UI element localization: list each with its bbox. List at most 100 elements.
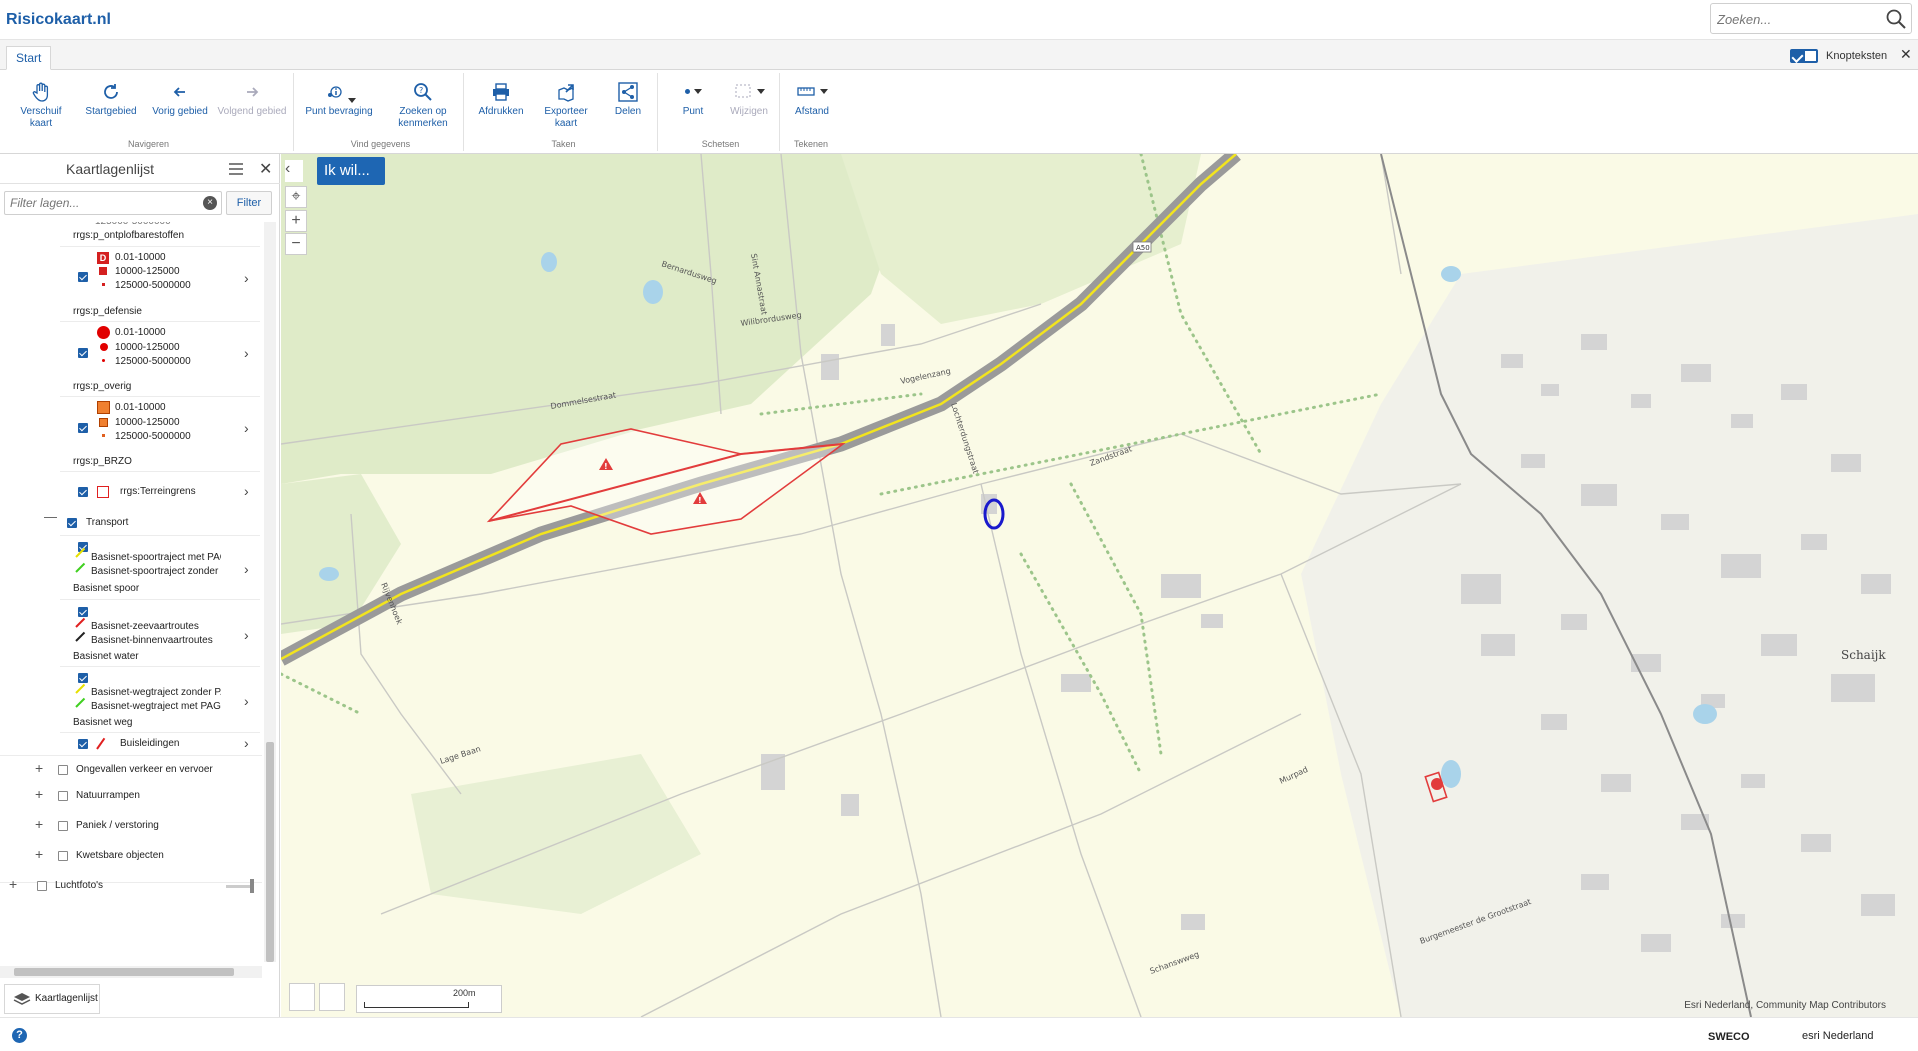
- layer-name: rrgs:p_overig: [73, 381, 132, 392]
- zoeken-op-kenmerken-button[interactable]: ? Zoeken op kenmerken: [390, 81, 456, 130]
- layer-checkbox[interactable]: [78, 739, 88, 749]
- vertical-scrollbar[interactable]: [264, 222, 276, 962]
- checkbox-checked-icon[interactable]: [1790, 49, 1818, 63]
- legend-line-icon: [96, 737, 106, 750]
- scale-bar: 200m: [356, 985, 502, 1013]
- punt-bevraging-button[interactable]: Punt bevraging: [304, 81, 374, 118]
- chevron-down-icon[interactable]: [693, 88, 702, 94]
- layer-checkbox[interactable]: [78, 673, 88, 683]
- layer-checkbox[interactable]: [67, 518, 77, 528]
- layer-checkbox[interactable]: [78, 487, 88, 497]
- map-canvas[interactable]: ! ! A50 Schaijk Lage Baan Zandstraat Ber…: [281, 154, 1918, 1017]
- forward-arrow-icon: [247, 87, 259, 97]
- overview-map-icon[interactable]: [289, 983, 315, 1011]
- legend-class: 10000-125000: [115, 266, 180, 277]
- collapse-minus-icon[interactable]: —: [44, 509, 57, 524]
- exporteer-kaart-button[interactable]: Exporteer kaart: [532, 81, 600, 130]
- punt-button[interactable]: Punt: [670, 81, 716, 118]
- chevron-right-icon[interactable]: ›: [244, 483, 249, 499]
- help-icon[interactable]: ?: [12, 1028, 27, 1043]
- zoom-out-button[interactable]: −: [285, 233, 307, 255]
- map-view[interactable]: ! ! A50 Schaijk Lage Baan Zandstraat Ber…: [281, 154, 1918, 1017]
- group-navigeren: Verschuif kaart Startgebied Vorig gebied…: [4, 73, 294, 151]
- volgend-gebied-button[interactable]: Volgend gebied: [216, 81, 288, 118]
- search-input[interactable]: [1717, 9, 1877, 29]
- legend-square-icon: [97, 401, 110, 414]
- chevron-right-icon[interactable]: ›: [244, 735, 249, 751]
- layer-name: Buisleidingen: [120, 738, 180, 749]
- expand-plus-icon[interactable]: +: [35, 760, 43, 776]
- search-icon[interactable]: [1885, 8, 1907, 30]
- wijzigen-button[interactable]: Wijzigen: [724, 81, 774, 118]
- punt-bevraging-label: Punt bevraging: [305, 106, 373, 117]
- chevron-right-icon[interactable]: ›: [244, 345, 249, 361]
- knopteksten-toggle[interactable]: Knopteksten: [1790, 47, 1887, 65]
- divider: [60, 535, 260, 536]
- divider: [60, 396, 260, 397]
- expand-plus-icon[interactable]: +: [35, 846, 43, 862]
- layer-checkbox[interactable]: [78, 423, 88, 433]
- legend-circle-icon: [97, 326, 110, 339]
- locate-icon[interactable]: ⌖: [285, 186, 307, 208]
- layer-checkbox[interactable]: [58, 851, 68, 861]
- expand-plus-icon[interactable]: +: [35, 816, 43, 832]
- group-label: Tekenen: [793, 139, 829, 149]
- chevron-right-icon[interactable]: ›: [244, 561, 249, 577]
- chevron-right-icon[interactable]: ›: [244, 270, 249, 286]
- kaartlagenlijst-tab[interactable]: Kaartlagenlijst: [4, 984, 100, 1014]
- expand-plus-icon[interactable]: +: [9, 876, 17, 892]
- horizontal-scrollbar[interactable]: [0, 966, 262, 978]
- scroll-thumb[interactable]: [266, 742, 274, 962]
- collapse-panel-icon[interactable]: ‹: [285, 160, 303, 182]
- delen-button[interactable]: Delen: [606, 81, 650, 118]
- menu-icon[interactable]: [228, 162, 244, 176]
- chevron-down-icon[interactable]: [757, 88, 765, 94]
- brand-title[interactable]: Risicokaart.nl: [6, 11, 111, 29]
- layer-checkbox[interactable]: [58, 791, 68, 801]
- layer-checkbox[interactable]: [58, 765, 68, 775]
- scale-label: 200m: [453, 988, 476, 998]
- filter-input[interactable]: [10, 195, 190, 211]
- back-arrow-icon: [173, 87, 185, 97]
- clear-filter-icon[interactable]: ×: [203, 196, 217, 210]
- layer-checkbox[interactable]: [78, 272, 88, 282]
- point-icon: [684, 88, 690, 94]
- zoeken-label-1: Zoeken op: [399, 106, 447, 117]
- layer-checkbox[interactable]: [58, 821, 68, 831]
- close-ribbon-icon[interactable]: ✕: [1900, 46, 1912, 63]
- chevron-down-icon[interactable]: [820, 88, 828, 94]
- layer-checkbox[interactable]: [78, 607, 88, 617]
- scale-line: [364, 1002, 469, 1008]
- chevron-right-icon[interactable]: ›: [244, 420, 249, 436]
- afdrukken-button[interactable]: Afdrukken: [476, 81, 526, 118]
- zoom-in-button[interactable]: +: [285, 210, 307, 232]
- basemap-icon[interactable]: [319, 983, 345, 1011]
- expand-plus-icon[interactable]: +: [35, 786, 43, 802]
- map-bottom-tools: [289, 983, 345, 1013]
- layer-checkbox[interactable]: [37, 881, 47, 891]
- scroll-thumb[interactable]: [14, 968, 234, 976]
- ik-wil-button[interactable]: Ik wil...: [317, 157, 385, 185]
- refresh-icon: [104, 84, 118, 99]
- slider-handle[interactable]: [250, 879, 254, 893]
- filter-button[interactable]: Filter: [226, 191, 272, 215]
- road-shield: A50: [1132, 241, 1152, 253]
- group-name: Ongevallen verkeer en vervoer: [76, 764, 213, 775]
- chevron-right-icon[interactable]: ›: [244, 693, 249, 709]
- verschuif-kaart-button[interactable]: Verschuif kaart: [10, 81, 72, 130]
- afstand-button[interactable]: Afstand: [786, 81, 838, 118]
- vorig-gebied-button[interactable]: Vorig gebied: [148, 81, 212, 118]
- legend-dot-icon: [102, 434, 105, 437]
- divider: [60, 599, 260, 600]
- close-panel-icon[interactable]: ✕: [259, 159, 272, 179]
- layer-checkbox[interactable]: [78, 348, 88, 358]
- startgebied-label: Startgebied: [85, 106, 137, 117]
- startgebied-button[interactable]: Startgebied: [80, 81, 142, 118]
- printer-icon: [493, 83, 509, 101]
- tab-start[interactable]: Start: [6, 46, 52, 70]
- chevron-down-icon[interactable]: [348, 97, 356, 103]
- esri-logo: esri Nederland: [1802, 1030, 1874, 1042]
- chevron-right-icon[interactable]: ›: [244, 627, 249, 643]
- group-label: Vind gegevens: [350, 139, 411, 149]
- legend-outline-icon: [97, 486, 109, 498]
